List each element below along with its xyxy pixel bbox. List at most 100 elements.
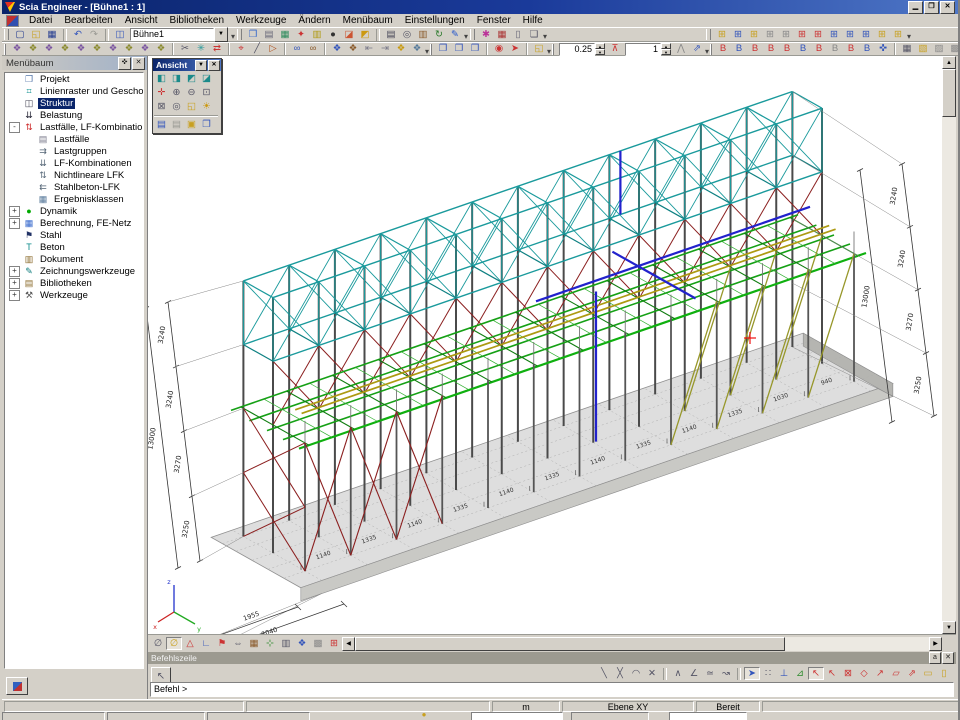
toolbar-more[interactable]: ▾ xyxy=(463,28,469,41)
beam-op-8-icon[interactable]: B xyxy=(827,43,843,56)
layers-b-icon[interactable]: ▩ xyxy=(947,43,960,56)
scroll-up-icon[interactable]: ▲ xyxy=(942,56,956,69)
sidebar-item-stahlbeton-lfk[interactable]: ⇇Stahlbeton-LFK xyxy=(5,181,143,193)
link-b-icon[interactable]: ∞ xyxy=(305,43,321,56)
node-op-10-icon[interactable]: ❖ xyxy=(153,43,169,56)
view-preset-2-icon[interactable]: ⊞ xyxy=(730,28,746,41)
red-eye-icon[interactable]: ◉ xyxy=(491,43,507,56)
notebook-icon[interactable]: ▥ xyxy=(309,28,325,41)
toolbar-grip[interactable] xyxy=(237,29,242,40)
scale-spinner[interactable]: 0.25 ▲▼ xyxy=(559,43,605,56)
view-preset-9-icon[interactable]: ⊞ xyxy=(842,28,858,41)
view-iso-1-icon[interactable]: ◧ xyxy=(154,72,169,86)
scale-spinner-value[interactable]: 0.25 xyxy=(559,43,595,56)
rotate-view-icon[interactable]: ⇗ xyxy=(689,43,705,56)
angle-icon[interactable]: ∟ xyxy=(198,637,214,650)
menu-bearbeiten[interactable]: Bearbeiten xyxy=(58,14,118,27)
snap-box-icon[interactable]: ⊠ xyxy=(840,667,856,680)
sidebar-item-berechnung-fe-netz[interactable]: +▦Berechnung, FE-Netz xyxy=(5,217,143,229)
ruler-icon[interactable]: ╱ xyxy=(249,43,265,56)
menu-ndern[interactable]: Ändern xyxy=(292,14,336,27)
snap-perp-icon[interactable]: ⊥ xyxy=(776,667,792,680)
status-units[interactable]: m xyxy=(492,701,560,712)
view-iso-2-icon[interactable]: ◨ xyxy=(169,72,184,86)
model-viewport[interactable]: 3250327032403240130003250327032403240130… xyxy=(148,56,942,634)
status-plane[interactable]: Ebene XY xyxy=(562,701,694,712)
clipped-field[interactable] xyxy=(107,712,205,720)
scroll-down-icon[interactable]: ▼ xyxy=(942,621,956,634)
clipped-field[interactable] xyxy=(669,712,747,720)
sidebar-item-zeichnungswerkzeuge[interactable]: +✎Zeichnungswerkzeuge xyxy=(5,265,143,277)
arrows-icon[interactable]: ⇔ xyxy=(230,637,246,650)
open-view-folder-icon[interactable]: ◱ xyxy=(531,43,547,56)
print-view-icon[interactable]: ▤ xyxy=(154,118,169,132)
horizontal-scrollbar[interactable] xyxy=(355,637,929,651)
play-cursor-icon[interactable]: ▷ xyxy=(265,43,281,56)
beam-op-4-icon[interactable]: B xyxy=(763,43,779,56)
fly-icon[interactable]: ➤ xyxy=(507,43,523,56)
regenerate-icon[interactable]: ↻ xyxy=(431,28,447,41)
beam-op-7-icon[interactable]: B xyxy=(811,43,827,56)
toolbar-more[interactable]: ▾ xyxy=(547,43,551,56)
command-input[interactable]: Befehl > xyxy=(150,682,954,697)
tree-expander-icon[interactable]: + xyxy=(9,266,20,277)
align-b-icon[interactable]: ⇥ xyxy=(377,43,393,56)
scroll-left-icon[interactable]: ◀ xyxy=(342,637,355,651)
toolbar-grip[interactable] xyxy=(4,29,9,40)
view-preset-11-icon[interactable]: ⊞ xyxy=(874,28,890,41)
sphere-icon[interactable]: ● xyxy=(325,28,341,41)
sidebar-item-struktur[interactable]: ◫Struktur xyxy=(5,97,143,109)
snap-curve-icon[interactable]: ↝ xyxy=(718,667,734,680)
close-icon[interactable]: ✕ xyxy=(942,652,954,664)
view-preset-5-icon[interactable]: ⊞ xyxy=(778,28,794,41)
zoom-selection-icon[interactable]: ◎ xyxy=(169,100,184,114)
tree-expander-icon[interactable]: - xyxy=(9,122,20,133)
clipped-field[interactable] xyxy=(571,712,649,720)
doc-one-icon[interactable]: ❏ xyxy=(526,28,542,41)
toolbar-grip[interactable] xyxy=(710,44,712,55)
dialog-b-icon[interactable]: ◩ xyxy=(357,28,373,41)
view-preset-8-icon[interactable]: ⊞ xyxy=(826,28,842,41)
star-op-icon[interactable]: ✳ xyxy=(193,43,209,56)
node-op-9-icon[interactable]: ❖ xyxy=(137,43,153,56)
sidebar-item-dokument[interactable]: ▥Dokument xyxy=(5,253,143,265)
maximize-button[interactable]: ❐ xyxy=(924,1,939,14)
edit-document-icon[interactable]: ✎ xyxy=(447,28,463,41)
link-a-icon[interactable]: ∞ xyxy=(289,43,305,56)
snap-ext-icon[interactable]: ⇗ xyxy=(904,667,920,680)
erase-a-icon[interactable]: ∅ xyxy=(150,637,166,650)
snap-doc-icon[interactable]: ▯ xyxy=(936,667,952,680)
view-preset-12-icon[interactable]: ⊞ xyxy=(890,28,906,41)
toolbar-grip[interactable] xyxy=(470,29,475,40)
toolbar-more[interactable]: ▾ xyxy=(906,28,912,41)
beam-op-10-icon[interactable]: B xyxy=(859,43,875,56)
tree-expander-icon[interactable]: + xyxy=(9,278,20,289)
count-spinner[interactable]: 1 ▲▼ xyxy=(625,43,671,56)
sidebar-item-ergebnisklassen[interactable]: ▦Ergebnisklassen xyxy=(5,193,143,205)
save-icon[interactable]: ▦ xyxy=(44,28,60,41)
snap-node2-icon[interactable]: ↖ xyxy=(824,667,840,680)
node-op-7-icon[interactable]: ❖ xyxy=(105,43,121,56)
toolbar-grip[interactable] xyxy=(706,29,711,40)
node-op-3-icon[interactable]: ❖ xyxy=(41,43,57,56)
node-op-4-icon[interactable]: ❖ xyxy=(57,43,73,56)
flag-icon[interactable]: ⚑ xyxy=(214,637,230,650)
toolbar-more[interactable]: ▾ xyxy=(425,43,429,56)
zoom-window-icon[interactable]: ⊡ xyxy=(199,86,214,100)
sidebar-item-stahl[interactable]: ⚑Stahl xyxy=(5,229,143,241)
view-preset-7-icon[interactable]: ⊞ xyxy=(810,28,826,41)
snap-arc-icon[interactable]: ◠ xyxy=(628,667,644,680)
print-preview-icon[interactable]: ◎ xyxy=(399,28,415,41)
panel-icon[interactable]: ▥ xyxy=(278,637,294,650)
snap-line-icon[interactable]: ╲ xyxy=(596,667,612,680)
print-data-icon[interactable]: ▤ xyxy=(261,28,277,41)
node-op-5-icon[interactable]: ❖ xyxy=(73,43,89,56)
toolbar-more[interactable]: ▾ xyxy=(705,43,709,56)
red-grid-icon[interactable]: ⊞ xyxy=(326,637,342,650)
sidebar-item-werkzeuge[interactable]: +⚒Werkzeuge xyxy=(5,289,143,301)
clipped-field[interactable] xyxy=(2,712,105,720)
menu-einstellungen[interactable]: Einstellungen xyxy=(399,14,471,27)
document-window-icon[interactable] xyxy=(6,15,19,27)
toolbar-grip[interactable] xyxy=(430,44,432,55)
gallery-icon[interactable]: ▦ xyxy=(277,28,293,41)
